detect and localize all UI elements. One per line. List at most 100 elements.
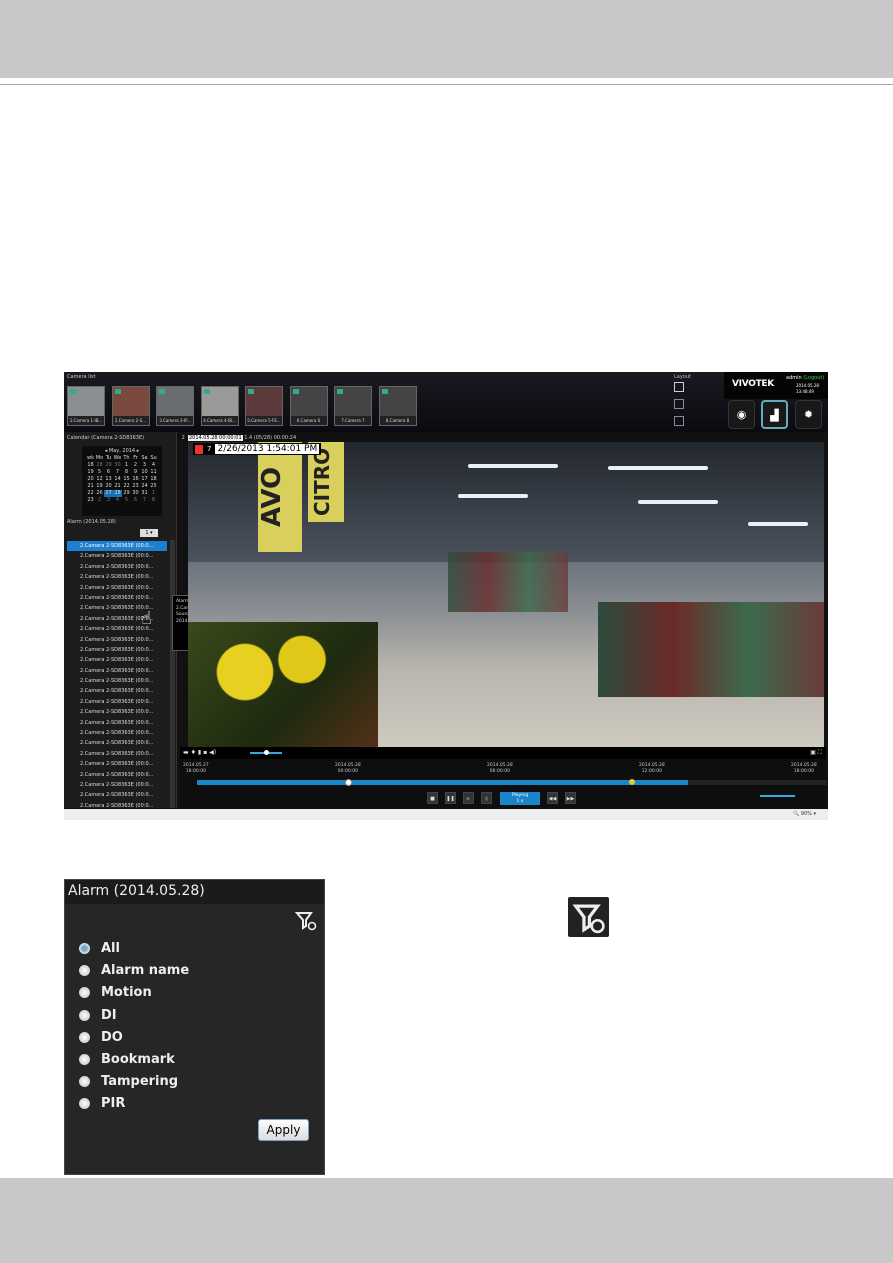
calendar-day[interactable]: 9 (131, 469, 140, 476)
alarm-list-item[interactable]: 2.Camera 2-SD8363E (00:0... (67, 635, 167, 645)
layout-quad-icon[interactable] (674, 399, 684, 409)
stats-icon[interactable]: ▮ (198, 749, 201, 756)
logout-link[interactable]: (Logout) (803, 375, 824, 381)
calendar-day[interactable]: 3 (104, 497, 113, 504)
radio-button[interactable] (79, 1031, 90, 1043)
video-view[interactable]: AVO CITRO 7 2/26/2013 1:54:01 PM (188, 442, 824, 747)
camera-thumbnail[interactable]: 6.Camera 6 (289, 386, 328, 426)
stop-button[interactable]: ■ (427, 792, 438, 804)
radio-button[interactable] (79, 1098, 90, 1110)
calendar-day[interactable]: 3 (140, 462, 149, 469)
playback-button[interactable]: ▟ (761, 400, 788, 429)
calendar-day[interactable]: 30 (131, 490, 140, 497)
fast-forward-button[interactable]: ▶▶ (565, 792, 576, 804)
calendar-day[interactable]: 19 (95, 483, 104, 490)
radio-button[interactable] (79, 987, 90, 999)
alarm-list-item[interactable]: 2.Camera 2-SD8363E (00:0... (67, 770, 167, 780)
calendar-day[interactable]: 29 (122, 490, 131, 497)
calendar-day[interactable]: 12 (95, 476, 104, 483)
calendar-day[interactable]: 24 (140, 483, 149, 490)
calendar-day[interactable]: 4 (149, 462, 158, 469)
alarm-list-item[interactable]: 2.Camera 2-SD8363E (00:0... (67, 790, 167, 800)
pause-button[interactable]: ❚❚ (445, 792, 456, 804)
radio-button[interactable] (79, 1054, 90, 1065)
liveview-button[interactable]: ◉ (728, 400, 755, 429)
calendar-day[interactable]: 2 (131, 462, 140, 469)
calendar-day[interactable]: 1 (149, 490, 158, 497)
calendar-day[interactable]: 23 (131, 483, 140, 490)
filter-option[interactable]: PIR (79, 1096, 125, 1111)
zoom-level[interactable]: 90% (801, 811, 812, 817)
filter-option[interactable]: Bookmark (79, 1052, 175, 1067)
calendar-day[interactable]: 14 (113, 476, 122, 483)
play-button[interactable]: ▶ (463, 792, 474, 804)
alarm-list-item[interactable]: 2.Camera 2-SD8363E (00:0... (67, 593, 167, 603)
filter-icon[interactable] (295, 910, 317, 932)
settings-button[interactable]: ✹ (795, 400, 822, 429)
alarm-list-item[interactable]: 2.Camera 2-SD8363E (00:0... (67, 614, 167, 624)
step-button[interactable]: ▮ (481, 792, 492, 804)
filter-option[interactable]: Motion (79, 985, 152, 1000)
alarm-list-item[interactable]: 2.Camera 2-SD8363E (00:0... (67, 697, 167, 707)
timeline-bar[interactable] (197, 779, 827, 786)
pin-icon[interactable]: ♦ (191, 749, 196, 756)
next-month-icon[interactable]: ▸ (135, 448, 140, 454)
calendar-day[interactable]: 7 (113, 469, 122, 476)
filter-option[interactable]: All (79, 941, 120, 956)
camera-thumbnail[interactable]: 4.Camera 4-IB... (200, 386, 239, 426)
volume-icon[interactable]: ◀) (209, 749, 216, 756)
filter-option[interactable]: Alarm name (79, 963, 189, 978)
calendar-day[interactable]: 1 (122, 462, 131, 469)
alarm-list-item[interactable]: 2.Camera 2-SD8363E (00:0... (67, 572, 167, 582)
calendar-day[interactable]: 22 (122, 483, 131, 490)
calendar-day[interactable]: 5 (95, 469, 104, 476)
alarm-marker[interactable] (629, 779, 635, 785)
calendar-day[interactable]: 4 (113, 497, 122, 504)
calendar-day[interactable]: 28 (95, 462, 104, 469)
rewind-button[interactable]: ◀◀ (547, 792, 558, 804)
alarm-list-item[interactable]: 2.Camera 2-SD8363E (00:0... (67, 676, 167, 686)
alarm-scrollbar[interactable] (170, 540, 175, 808)
calendar-day[interactable]: 8 (122, 469, 131, 476)
calendar-day[interactable]: 6 (131, 497, 140, 504)
radio-button[interactable] (79, 1009, 90, 1021)
alarm-list-item[interactable]: 2.Camera 2-SD8363E (00:0... (67, 655, 167, 665)
camera-thumbnail[interactable]: 8.Camera 8 (378, 386, 417, 426)
alarm-list-item[interactable]: 2.Camera 2-SD8363E (00:0... (67, 686, 167, 696)
calendar-day[interactable]: 21 (113, 483, 122, 490)
alarm-list-item[interactable]: 2.Camera 2-SD8363E (00:0... (67, 749, 167, 759)
calendar-day[interactable]: 10 (140, 469, 149, 476)
calendar-day[interactable]: 26 (95, 490, 104, 497)
calendar-day[interactable]: 11 (149, 469, 158, 476)
camera-thumbnail[interactable]: 5.Camera 5-FE... (245, 386, 283, 426)
alarm-list-item[interactable]: 2.Camera 2-SD8363E (00:0... (67, 738, 167, 748)
calendar-day[interactable]: 17 (140, 476, 149, 483)
alarm-list-item[interactable]: 2.Camera 2-SD8363E (00:0... (67, 759, 167, 769)
alarm-list-item[interactable]: 2.Camera 2-SD8363E (00:0... (67, 541, 167, 552)
radio-button[interactable] (79, 943, 90, 954)
speed-slider[interactable] (760, 795, 795, 797)
calendar-day[interactable]: 31 (140, 490, 149, 497)
alarm-list-item[interactable]: 2.Camera 2-SD8363E (00:0... (67, 624, 167, 634)
calendar-day[interactable]: 16 (131, 476, 140, 483)
calendar-day[interactable]: 5 (122, 497, 131, 504)
fps-icon[interactable]: ▪ (203, 749, 207, 756)
camera-thumbnail[interactable]: 2.Camera 2-S... (111, 386, 150, 426)
alarm-list-item[interactable]: 2.Camera 2-SD8363E (00:0... (67, 551, 167, 561)
alarm-list-item[interactable]: 2.Camera 2-SD8363E (00:0... (67, 583, 167, 593)
calendar-day[interactable]: 2 (95, 497, 104, 504)
alarm-page-select[interactable]: 1 ▾ (140, 529, 158, 537)
filter-option[interactable]: DI (79, 1008, 117, 1023)
calendar-day[interactable]: 15 (122, 476, 131, 483)
camera-thumbnail[interactable]: 7.Camera 7 (334, 386, 372, 426)
apply-button[interactable]: Apply (258, 1119, 309, 1141)
calendar-day[interactable]: 25 (149, 483, 158, 490)
filter-option[interactable]: Tampering (79, 1074, 178, 1089)
radio-button[interactable] (79, 1076, 90, 1088)
radio-button[interactable] (79, 965, 90, 977)
calendar-day[interactable]: 13 (104, 476, 113, 483)
alarm-list-item[interactable]: 2.Camera 2-SD8363E (00:0... (67, 728, 167, 738)
calendar-day[interactable]: 6 (104, 469, 113, 476)
calendar-day[interactable]: 8 (149, 497, 158, 504)
layout-split-icon[interactable] (674, 416, 684, 426)
